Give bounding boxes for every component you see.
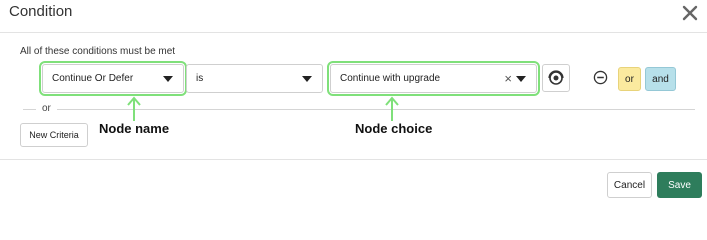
value-select-value: Continue with upgrade — [340, 73, 441, 84]
or-button[interactable]: or — [618, 67, 641, 91]
remove-condition-button[interactable] — [592, 69, 608, 85]
and-button[interactable]: and — [645, 67, 676, 91]
close-button[interactable] — [680, 2, 700, 24]
target-icon — [548, 70, 564, 85]
dialog-title: Condition — [9, 3, 73, 20]
cancel-button[interactable]: Cancel — [607, 172, 652, 198]
operator-select-value: is — [196, 73, 204, 84]
or-divider-label: or — [36, 103, 57, 114]
chevron-down-icon — [163, 76, 173, 82]
save-button[interactable]: Save — [657, 172, 702, 198]
node-select-value: Continue Or Defer — [52, 73, 134, 84]
close-icon — [682, 5, 698, 21]
value-select[interactable]: Continue with upgrade × — [327, 61, 540, 96]
new-criteria-button[interactable]: New Criteria — [20, 123, 88, 147]
chevron-down-icon — [516, 76, 526, 82]
footer-divider — [0, 159, 707, 160]
or-divider — [23, 109, 695, 110]
operator-select[interactable]: is — [186, 64, 323, 93]
chevron-down-icon — [302, 76, 312, 82]
node-choice-annotation: Node choice — [355, 121, 433, 136]
rule-description: All of these conditions must be met — [20, 46, 176, 57]
clear-icon[interactable]: × — [504, 72, 512, 86]
minus-circle-icon — [593, 70, 607, 84]
node-select[interactable]: Continue Or Defer — [39, 61, 187, 96]
node-name-annotation: Node name — [99, 121, 170, 136]
header-divider — [0, 32, 707, 33]
target-button[interactable] — [542, 64, 570, 92]
